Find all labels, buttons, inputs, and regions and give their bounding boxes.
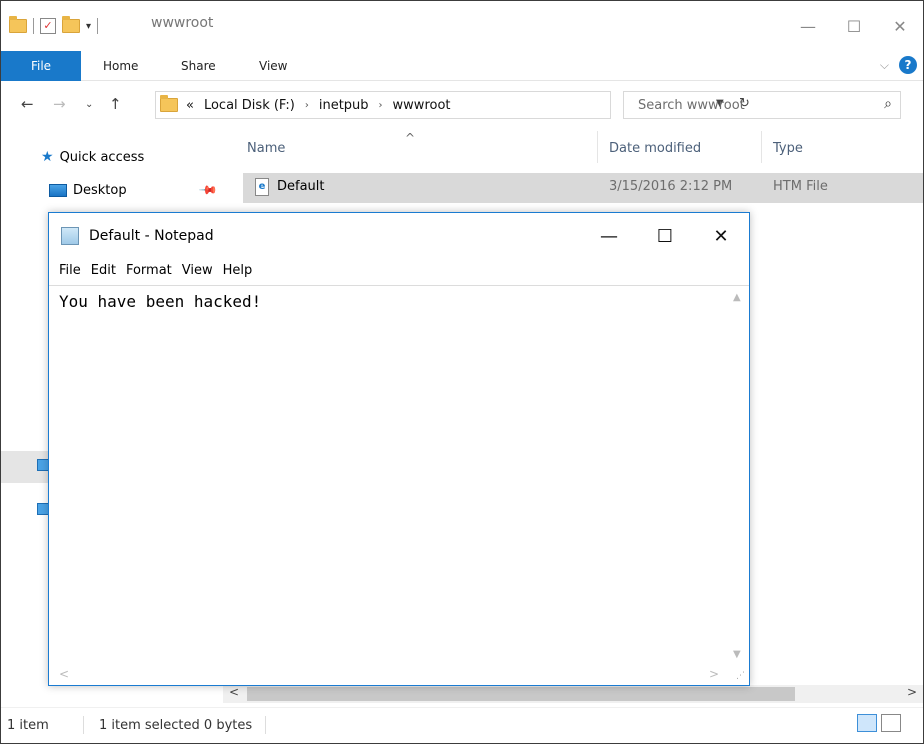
search-placeholder: Search wwwroot: [638, 97, 745, 113]
desktop-icon: [49, 184, 67, 197]
pin-icon: 📌: [198, 179, 219, 201]
notepad-content: You have been hacked!: [59, 292, 262, 311]
status-divider: [83, 716, 84, 734]
customize-toolbar-icon[interactable]: ▾: [86, 21, 91, 32]
close-icon[interactable]: ✕: [877, 1, 923, 51]
address-bar[interactable]: « Local Disk (F:) › inetpub › wwwroot ▼ …: [155, 91, 750, 119]
scroll-left-icon[interactable]: <: [59, 667, 69, 681]
star-icon: ★: [41, 149, 54, 165]
breadcrumb-local-disk[interactable]: Local Disk (F:): [204, 98, 295, 113]
breadcrumb-inetpub[interactable]: inetpub: [319, 98, 369, 113]
nav-desktop[interactable]: Desktop: [49, 183, 127, 198]
search-input[interactable]: Search wwwroot ⌕: [623, 91, 901, 119]
close-icon[interactable]: ✕: [693, 213, 749, 259]
forward-icon[interactable]: →: [53, 95, 66, 113]
notepad-vertical-scrollbar[interactable]: ▲ ▼: [729, 286, 749, 666]
file-name: Default: [277, 179, 325, 194]
back-icon[interactable]: ←: [21, 95, 34, 113]
scroll-left-icon[interactable]: <: [229, 685, 239, 699]
details-view-icon[interactable]: [857, 714, 877, 732]
status-selection: 1 item selected 0 bytes: [99, 718, 253, 733]
minimize-icon[interactable]: —: [581, 213, 637, 259]
notepad-title: Default - Notepad: [89, 228, 214, 244]
expand-ribbon-icon[interactable]: ⌵: [880, 58, 889, 73]
scroll-right-icon[interactable]: >: [709, 667, 719, 681]
htm-file-icon: e: [255, 178, 269, 196]
breadcrumb-separator[interactable]: ›: [305, 100, 309, 111]
maximize-icon[interactable]: ☐: [831, 1, 877, 51]
tab-share[interactable]: Share: [181, 51, 216, 81]
notepad-window: Default - Notepad — ☐ ✕ File Edit Format…: [48, 212, 750, 686]
menu-edit[interactable]: Edit: [91, 259, 116, 285]
toolbar-separator: [33, 18, 34, 34]
menu-format[interactable]: Format: [126, 259, 172, 285]
menu-help[interactable]: Help: [223, 259, 253, 285]
nav-desktop-label: Desktop: [73, 183, 127, 198]
notepad-text-area[interactable]: You have been hacked! ▲ ▼ < > ⋰: [49, 285, 749, 685]
notepad-icon[interactable]: [61, 227, 79, 245]
tab-home[interactable]: Home: [103, 51, 138, 81]
properties-icon[interactable]: ✓: [40, 18, 56, 34]
notepad-horizontal-scrollbar[interactable]: < >: [49, 665, 729, 685]
column-header-type[interactable]: Type: [773, 141, 803, 156]
large-icons-view-icon[interactable]: [881, 714, 901, 732]
column-header-name[interactable]: Name: [247, 141, 285, 156]
menu-file[interactable]: File: [59, 259, 81, 285]
nav-quick-access[interactable]: ★ Quick access: [41, 149, 144, 165]
resize-grip-icon[interactable]: ⋰: [736, 671, 745, 681]
file-date: 3/15/2016 2:12 PM: [609, 179, 733, 194]
ribbon-tabs: File Home Share View ⌵ ?: [1, 51, 923, 81]
column-divider[interactable]: [761, 131, 762, 163]
folder-icon: [9, 16, 27, 33]
window-title: wwwroot: [151, 15, 214, 31]
new-folder-icon[interactable]: [62, 16, 80, 33]
sort-ascending-icon: ^: [405, 131, 416, 145]
scroll-up-icon[interactable]: ▲: [733, 292, 741, 303]
scrollbar-thumb[interactable]: [247, 687, 795, 701]
quick-access-toolbar: ✓ ▾: [9, 15, 99, 37]
explorer-horizontal-scrollbar[interactable]: < >: [223, 685, 923, 703]
ribbon-right-controls: ⌵ ?: [880, 56, 917, 74]
status-divider: [265, 716, 266, 734]
breadcrumb-overflow[interactable]: «: [186, 98, 194, 113]
folder-icon: [160, 95, 178, 112]
status-item-count: 1 item: [7, 718, 49, 733]
help-icon[interactable]: ?: [899, 56, 917, 74]
search-icon[interactable]: ⌕: [884, 96, 892, 112]
explorer-title-bar: ✓ ▾ wwwroot — ☐ ✕: [1, 1, 923, 51]
breadcrumb-wwwroot[interactable]: wwwroot: [393, 98, 451, 113]
notepad-menu-bar: File Edit Format View Help: [49, 259, 749, 285]
file-type: HTM File: [773, 179, 828, 194]
toolbar-separator: [97, 18, 99, 34]
scroll-down-icon[interactable]: ▼: [733, 649, 741, 660]
status-bar: 1 item 1 item selected 0 bytes: [1, 707, 923, 743]
tab-view[interactable]: View: [259, 51, 287, 81]
menu-view[interactable]: View: [182, 259, 213, 285]
notepad-title-bar: Default - Notepad — ☐ ✕: [49, 213, 749, 259]
scroll-right-icon[interactable]: >: [907, 685, 917, 699]
address-toolbar: ← → ⌄ ↑ « Local Disk (F:) › inetpub › ww…: [1, 81, 923, 131]
breadcrumb-separator[interactable]: ›: [379, 100, 383, 111]
notepad-window-controls: — ☐ ✕: [581, 213, 749, 259]
minimize-icon[interactable]: —: [785, 1, 831, 51]
column-header-date[interactable]: Date modified: [609, 141, 701, 156]
recent-locations-icon[interactable]: ⌄: [85, 99, 93, 110]
maximize-icon[interactable]: ☐: [637, 213, 693, 259]
up-icon[interactable]: ↑: [109, 95, 122, 113]
column-divider[interactable]: [597, 131, 598, 163]
tab-file[interactable]: File: [1, 51, 81, 81]
window-controls: — ☐ ✕: [785, 1, 923, 51]
nav-quick-access-label: Quick access: [59, 149, 145, 165]
